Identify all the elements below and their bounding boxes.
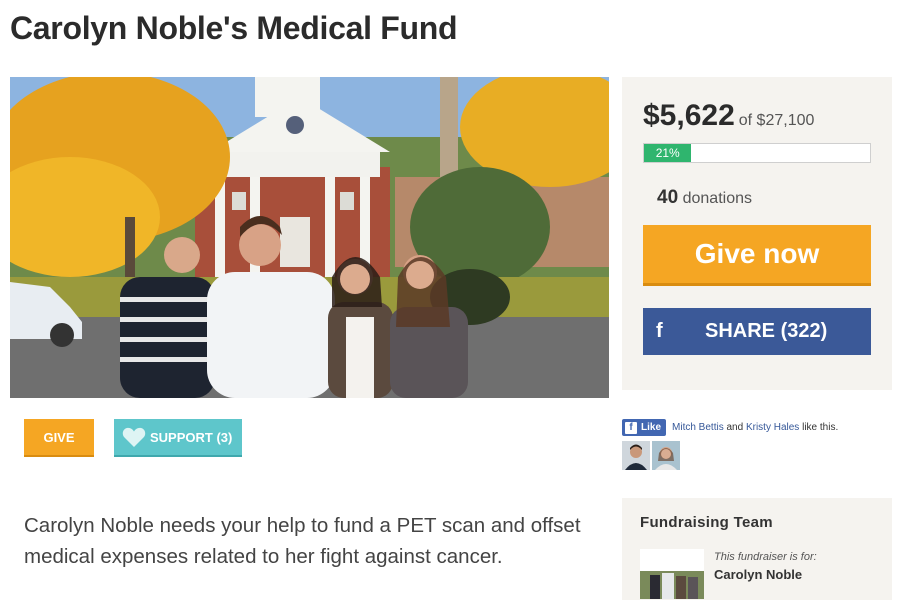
friend-link[interactable]: Mitch Bettis (672, 422, 724, 433)
support-button[interactable]: SUPPORT (3) (114, 419, 242, 457)
donations-label: donations (682, 190, 752, 207)
avatar[interactable] (652, 441, 680, 470)
heart-icon (122, 427, 146, 447)
avatar[interactable] (622, 441, 650, 470)
friend-avatars (622, 441, 680, 470)
donation-panel: $5,622 of $27,100 21% 40 donations Give n… (622, 77, 892, 390)
donations-count: 40 donations (657, 187, 752, 209)
facebook-share-button[interactable]: f SHARE (322) (643, 308, 871, 355)
page-title: Carolyn Noble's Medical Fund (10, 10, 458, 46)
campaign-description: Carolyn Noble needs your help to fund a … (24, 514, 581, 568)
facebook-like-button[interactable]: f Like (622, 419, 667, 436)
beneficiary-name[interactable]: Carolyn Noble (714, 567, 802, 582)
progress-fill: 21% (644, 144, 692, 162)
campaign-photo (10, 77, 609, 398)
facebook-like-widget: f Like Mitch Bettis and Kristy Hales lik… (622, 419, 838, 436)
donations-number: 40 (657, 187, 679, 208)
like-suffix: like this. (802, 422, 839, 433)
support-label: SUPPORT (3) (150, 429, 233, 445)
raised-amount: $5,622 (643, 99, 735, 132)
fundraising-team-panel: Fundraising Team This fundraiser is for:… (622, 498, 892, 600)
give-now-button[interactable]: Give now (643, 225, 871, 286)
give-button[interactable]: GIVE (24, 419, 94, 457)
like-text: Mitch Bettis and Kristy Hales like this. (672, 422, 838, 433)
facebook-icon: f (625, 421, 637, 434)
like-label: Like (641, 422, 662, 433)
friend-link[interactable]: Kristy Hales (746, 422, 799, 433)
team-title: Fundraising Team (640, 514, 773, 531)
facebook-icon: f (656, 320, 663, 342)
amount-raised: $5,622 of $27,100 (643, 99, 814, 133)
beneficiary-photo[interactable] (640, 549, 704, 599)
progress-bar: 21% (643, 143, 871, 163)
goal-amount: of $27,100 (738, 112, 815, 129)
share-label: SHARE (322) (705, 320, 828, 342)
like-and: and (726, 422, 744, 433)
beneficiary-caption: This fundraiser is for: (714, 551, 817, 563)
